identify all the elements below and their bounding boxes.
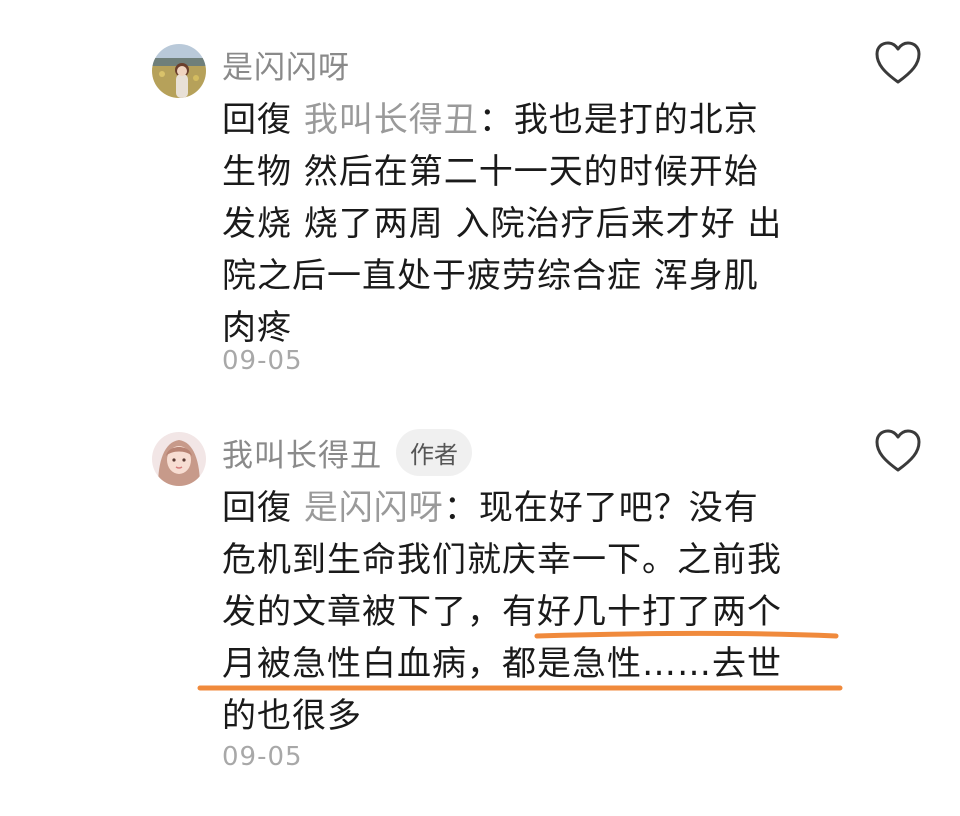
reply-prefix: 回復 bbox=[222, 488, 292, 528]
comment-header: 我叫长得丑 作者 bbox=[222, 428, 472, 476]
comment-line: 发烧 烧了两周 入院治疗后来才好 出 bbox=[222, 204, 783, 244]
comment-line-text: 现在好了吧？没有 bbox=[478, 488, 759, 528]
comment-line: 危机到生命我们就庆幸一下。之前我 bbox=[222, 540, 782, 580]
reply-target-username[interactable]: 是闪闪呀 bbox=[304, 488, 444, 528]
comment-date: 09-05 bbox=[222, 742, 303, 772]
username[interactable]: 我叫长得丑 bbox=[222, 430, 382, 475]
comment-line-text: 我也是打的北京 bbox=[513, 100, 759, 140]
like-button[interactable] bbox=[874, 428, 922, 474]
comment-line: 月被急性白血病，都是急性……去世 bbox=[222, 644, 782, 684]
avatar[interactable] bbox=[152, 432, 206, 486]
girl-portrait-avatar-icon bbox=[152, 432, 206, 486]
username[interactable]: 是闪闪呀 bbox=[222, 42, 350, 87]
avatar[interactable] bbox=[152, 44, 206, 98]
comment-item: 是闪闪呀 回復 我叫长得丑：我也是打的北京 生物 然后在第二十一天的时候开始 发… bbox=[0, 36, 960, 396]
comment-line: 回復 是闪闪呀：现在好了吧？没有 bbox=[222, 482, 822, 534]
comment-line: 的也很多 bbox=[222, 696, 362, 736]
reply-prefix: 回復 bbox=[222, 100, 292, 140]
comment-date: 09-05 bbox=[222, 346, 303, 376]
comment-line: 发的文章被下了，有好几十打了两个 bbox=[222, 592, 782, 632]
comment-header: 是闪闪呀 bbox=[222, 40, 350, 88]
heart-outline-icon bbox=[875, 429, 921, 472]
reply-colon: ： bbox=[478, 100, 514, 140]
landscape-portrait-avatar-icon bbox=[152, 44, 206, 98]
like-button[interactable] bbox=[874, 40, 922, 86]
comment-line: 院之后一直处于疲劳综合症 浑身肌 bbox=[222, 256, 759, 296]
heart-outline-icon bbox=[875, 41, 921, 84]
reply-colon: ： bbox=[443, 488, 479, 528]
comment-line: 生物 然后在第二十一天的时候开始 bbox=[222, 152, 759, 192]
reply-target-username[interactable]: 我叫长得丑 bbox=[304, 100, 479, 140]
comment-line: 肉疼 bbox=[222, 308, 292, 348]
comment-item: 我叫长得丑 作者 回復 是闪闪呀：现在好了吧？没有 危机到生命我们就庆幸一下。之… bbox=[0, 424, 960, 804]
comment-line: 回復 我叫长得丑：我也是打的北京 bbox=[222, 94, 822, 146]
comment-body: 回復 我叫长得丑：我也是打的北京 生物 然后在第二十一天的时候开始 发烧 烧了两… bbox=[222, 94, 822, 354]
author-badge: 作者 bbox=[396, 428, 472, 476]
comment-body: 回復 是闪闪呀：现在好了吧？没有 危机到生命我们就庆幸一下。之前我 发的文章被下… bbox=[222, 482, 822, 742]
